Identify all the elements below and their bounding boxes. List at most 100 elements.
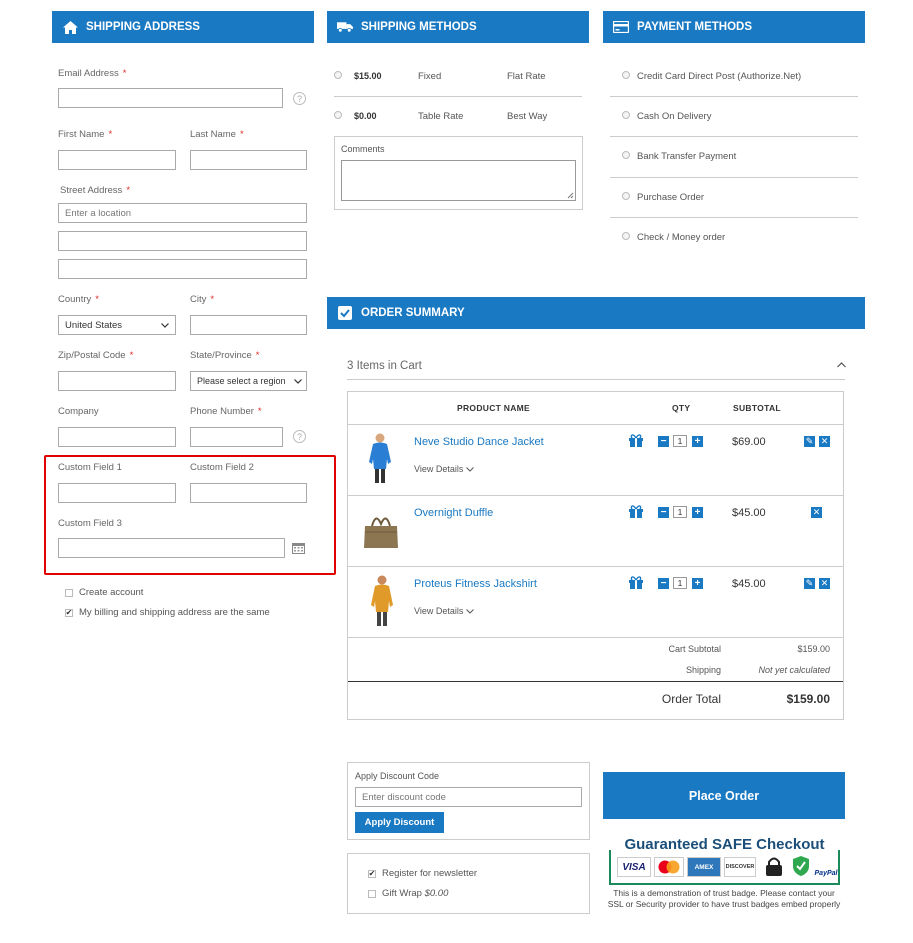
remove-icon[interactable]: ✕	[819, 436, 830, 447]
street-line-2-field[interactable]	[58, 231, 307, 251]
truck-icon	[337, 19, 353, 35]
qty-increase-button[interactable]: +	[692, 436, 703, 447]
newsletter-label: Register for newsletter	[382, 868, 478, 879]
company-field[interactable]	[58, 427, 176, 447]
gift-icon[interactable]	[628, 575, 644, 589]
paypal-icon: PayPal	[814, 870, 838, 877]
shipping-method-1-carrier: Flat Rate	[507, 71, 546, 82]
trust-badge: Guaranteed SAFE Checkout VISA AMEX DISCO…	[608, 836, 841, 886]
divider	[610, 217, 858, 218]
order-total-value: $159.00	[786, 692, 830, 706]
state-select[interactable]: Please select a region	[190, 371, 307, 391]
custom-field-2-input[interactable]	[190, 483, 307, 503]
qty-input[interactable]: 1	[673, 435, 687, 447]
shield-check-icon	[792, 855, 810, 877]
gift-icon[interactable]	[628, 504, 644, 518]
city-field[interactable]	[190, 315, 307, 335]
country-select[interactable]: United States	[58, 315, 176, 335]
product-image	[360, 510, 402, 552]
qty-decrease-button[interactable]: −	[658, 507, 669, 518]
payment-option-5-label: Check / Money order	[637, 232, 726, 243]
same-address-label: My billing and shipping address are the …	[79, 607, 270, 618]
last-name-field[interactable]	[190, 150, 307, 170]
shipping-address-header: SHIPPING ADDRESS	[52, 11, 314, 43]
payment-option-3-radio[interactable]	[622, 151, 630, 159]
cart-subtotal-value: $159.00	[797, 644, 830, 654]
qty-input[interactable]: 1	[673, 506, 687, 518]
shipping-method-2-name: Table Rate	[418, 111, 464, 122]
payment-option-4-radio[interactable]	[622, 192, 630, 200]
checkbox-icon	[337, 305, 353, 321]
phone-help-icon[interactable]: ?	[293, 430, 306, 443]
qty-increase-button[interactable]: +	[692, 578, 703, 589]
remove-icon[interactable]: ✕	[819, 578, 830, 589]
view-details-1[interactable]: View Details	[414, 464, 474, 474]
first-name-field[interactable]	[58, 150, 176, 170]
qty-increase-button[interactable]: +	[692, 507, 703, 518]
zip-field[interactable]	[58, 371, 176, 391]
payment-methods-header: PAYMENT METHODS	[603, 11, 865, 43]
street-line-1-field[interactable]: Enter a location	[58, 203, 307, 223]
divider	[610, 177, 858, 178]
divider	[348, 495, 843, 496]
same-address-checkbox[interactable]: ✔	[65, 609, 73, 617]
shipping-method-2-price: $0.00	[354, 111, 377, 121]
company-label: Company	[58, 406, 99, 417]
divider	[348, 566, 843, 567]
create-account-label: Create account	[79, 587, 144, 598]
custom-field-1-input[interactable]	[58, 483, 176, 503]
edit-icon[interactable]: ✎	[804, 578, 815, 589]
shipping-method-1-radio[interactable]	[334, 71, 342, 79]
product-name-1[interactable]: Neve Studio Dance Jacket	[414, 436, 544, 448]
chevron-up-icon[interactable]	[837, 362, 846, 368]
email-field[interactable]	[58, 88, 283, 108]
mastercard-icon	[654, 857, 684, 877]
custom-field-1-label: Custom Field 1	[58, 462, 122, 473]
payment-option-2-radio[interactable]	[622, 111, 630, 119]
email-label: Email Address *	[58, 68, 127, 79]
discount-label: Apply Discount Code	[355, 771, 440, 781]
street-label: Street Address *	[60, 185, 131, 196]
divider	[348, 424, 843, 425]
payment-option-5-radio[interactable]	[622, 232, 630, 240]
newsletter-checkbox[interactable]: ✔	[368, 870, 376, 878]
subtotal-2: $45.00	[732, 507, 766, 519]
gift-wrap-checkbox[interactable]	[368, 890, 376, 898]
street-line-3-field[interactable]	[58, 259, 307, 279]
phone-label: Phone Number *	[190, 406, 262, 417]
shipping-label: Shipping	[685, 665, 721, 675]
phone-field[interactable]	[190, 427, 283, 447]
apply-discount-button[interactable]: Apply Discount	[355, 812, 444, 833]
qty-decrease-button[interactable]: −	[658, 578, 669, 589]
remove-icon[interactable]: ✕	[811, 507, 822, 518]
order-summary-title: ORDER SUMMARY	[361, 307, 465, 319]
shipping-method-2-radio[interactable]	[334, 111, 342, 119]
chevron-down-icon	[294, 378, 302, 384]
home-icon	[62, 19, 78, 35]
visa-icon: VISA	[617, 857, 651, 877]
product-name-3[interactable]: Proteus Fitness Jackshirt	[414, 578, 537, 590]
view-details-3[interactable]: View Details	[414, 606, 474, 616]
payment-option-1-radio[interactable]	[622, 71, 630, 79]
place-order-button[interactable]: Place Order	[603, 772, 845, 819]
amex-icon: AMEX	[687, 857, 721, 877]
gift-icon[interactable]	[628, 433, 644, 447]
create-account-checkbox[interactable]	[65, 589, 73, 597]
cart-subtotal-label: Cart Subtotal	[668, 644, 721, 654]
email-help-icon[interactable]: ?	[293, 92, 306, 105]
divider	[348, 637, 843, 638]
items-in-cart[interactable]: 3 Items in Cart	[347, 360, 422, 372]
qty-decrease-button[interactable]: −	[658, 436, 669, 447]
custom-field-3-input[interactable]	[58, 538, 285, 558]
calendar-icon[interactable]	[292, 542, 305, 557]
payment-option-4-label: Purchase Order	[637, 192, 705, 203]
comments-textarea[interactable]	[341, 160, 576, 201]
product-name-2[interactable]: Overnight Duffle	[414, 507, 493, 519]
discount-code-input[interactable]: Enter discount code	[355, 787, 582, 807]
product-image	[368, 574, 396, 628]
resize-handle-icon[interactable]	[567, 192, 574, 199]
shipping-methods-title: SHIPPING METHODS	[361, 21, 477, 33]
qty-input[interactable]: 1	[673, 577, 687, 589]
edit-icon[interactable]: ✎	[804, 436, 815, 447]
divider	[610, 136, 858, 137]
